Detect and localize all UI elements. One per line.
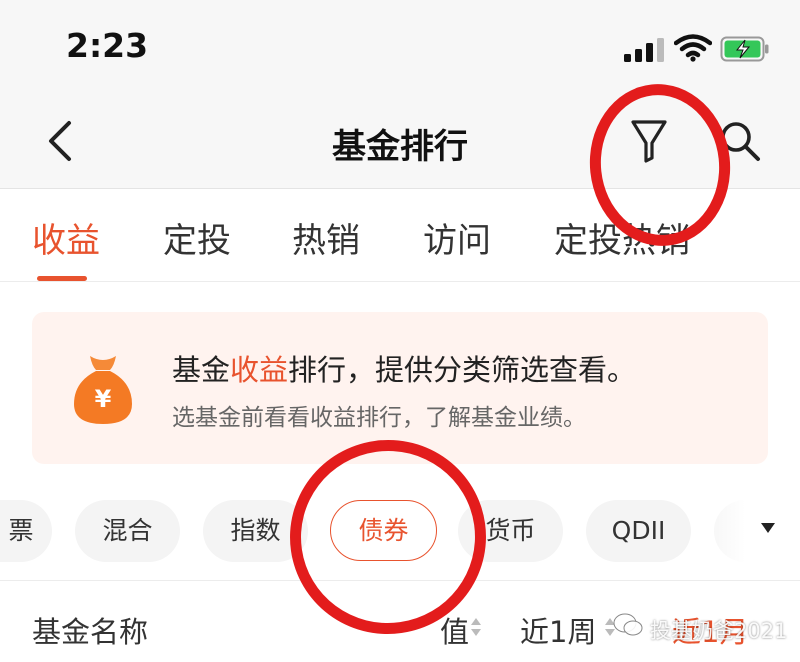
tab-visits[interactable]: 访问 xyxy=(423,213,491,262)
wifi-icon xyxy=(674,34,712,62)
column-nav[interactable]: 值 xyxy=(440,609,469,651)
banner-title: 基金收益排行，提供分类筛选查看。 xyxy=(172,353,637,387)
active-tab-indicator xyxy=(37,276,87,281)
sort-icon[interactable] xyxy=(470,617,482,637)
chip-index[interactable]: 指数 xyxy=(203,500,308,562)
chip-mixed[interactable]: 混合 xyxy=(75,500,180,562)
filter-icon[interactable] xyxy=(629,118,669,164)
signal-icon xyxy=(624,38,664,62)
tab-fixed-investment-hot[interactable]: 定投热销 xyxy=(554,213,690,262)
watermark-text: 投基奶爸2021 xyxy=(650,619,788,643)
status-bar: 2:23 xyxy=(0,0,800,95)
info-banner: ¥ 基金收益排行，提供分类筛选查看。 选基金前看看收益排行，了解基金业绩。 xyxy=(32,312,768,464)
column-1-week[interactable]: 近1周 xyxy=(520,609,596,651)
status-time: 2:23 xyxy=(66,26,149,65)
chip-qdii[interactable]: QDII xyxy=(586,500,691,562)
caret-down-icon[interactable] xyxy=(760,522,776,534)
chip-money-market[interactable]: 货币 xyxy=(458,500,563,562)
money-bag-icon: ¥ xyxy=(74,356,132,424)
ranking-tabs: 收益 定投 热销 访问 定投热销 xyxy=(0,189,800,282)
search-icon[interactable] xyxy=(718,119,762,163)
fund-type-chips: 票 混合 指数 债券 货币 QDII E xyxy=(0,500,800,564)
svg-text:¥: ¥ xyxy=(95,385,112,413)
battery-charging-icon xyxy=(720,36,769,62)
chip-stock[interactable]: 票 xyxy=(0,500,52,562)
column-fund-name: 基金名称 xyxy=(32,615,149,649)
tab-hot-sales[interactable]: 热销 xyxy=(292,213,360,262)
nav-bar: 基金排行 xyxy=(0,95,800,189)
chips-fade xyxy=(700,500,800,564)
page-title: 基金排行 xyxy=(332,127,468,167)
wechat-watermark-icon xyxy=(613,613,643,636)
chip-bond[interactable]: 债券 xyxy=(330,500,437,561)
tab-returns[interactable]: 收益 xyxy=(32,213,100,262)
tab-fixed-investment[interactable]: 定投 xyxy=(163,213,231,262)
table-header: 基金名称 值 近1周 近1月 投基奶爸2021 xyxy=(0,580,800,662)
banner-title-highlight: 收益 xyxy=(230,353,289,387)
banner-subtitle: 选基金前看看收益排行，了解基金业绩。 xyxy=(172,405,586,431)
